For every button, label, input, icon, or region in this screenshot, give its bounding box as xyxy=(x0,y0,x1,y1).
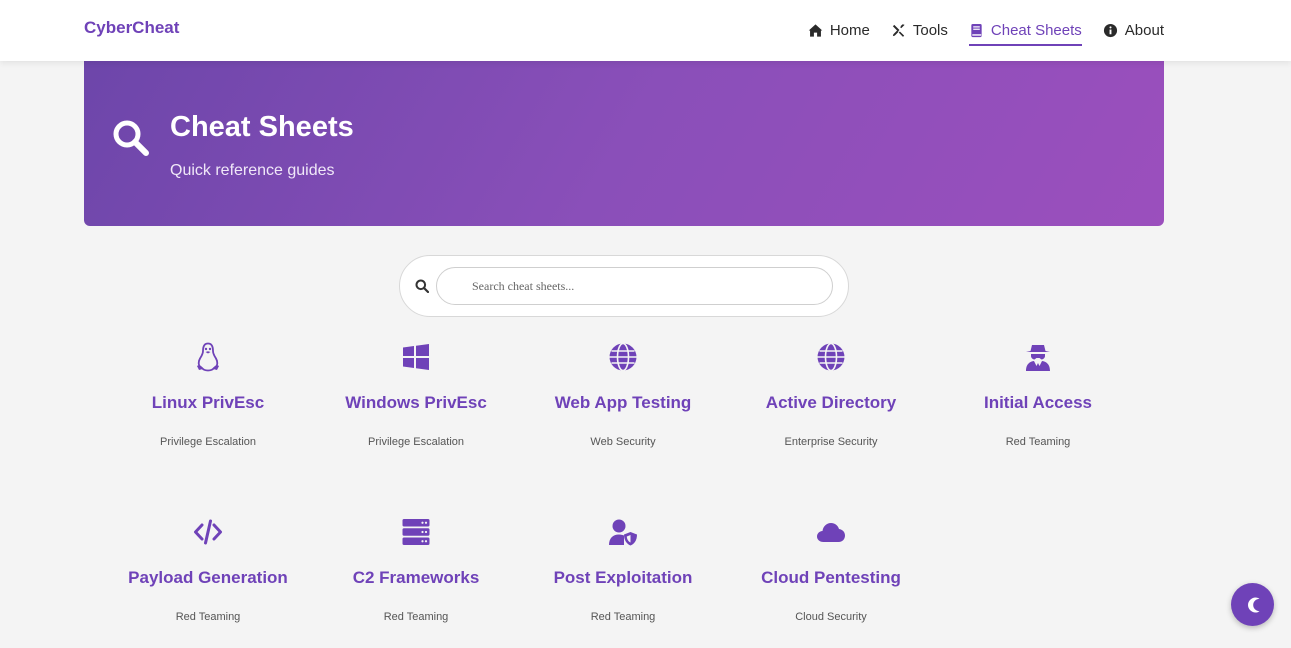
card-linux-privesc[interactable]: Linux PrivEsc Privilege Escalation xyxy=(108,342,308,448)
page-title: Cheat Sheets xyxy=(170,111,354,143)
card-c2-frameworks[interactable]: C2 Frameworks Red Teaming xyxy=(316,517,516,623)
spy-icon xyxy=(1026,345,1050,371)
page-subtitle: Quick reference guides xyxy=(170,162,335,179)
tools-icon xyxy=(892,24,905,37)
card-category: Enterprise Security xyxy=(784,436,878,448)
search-icon xyxy=(113,120,149,156)
nav-about[interactable]: About xyxy=(1103,0,1164,61)
card-active-directory[interactable]: Active Directory Enterprise Security xyxy=(731,342,931,448)
card-category: Web Security xyxy=(590,436,656,448)
card-category: Red Teaming xyxy=(175,611,241,623)
nav-about-label: About xyxy=(1124,22,1164,39)
card-category: Red Teaming xyxy=(1005,436,1071,448)
nav-cheat-sheets-label: Cheat Sheets xyxy=(990,22,1082,39)
card-payload-generation[interactable]: Payload Generation Red Teaming xyxy=(108,517,308,623)
hero-banner: Cheat Sheets Quick reference guides xyxy=(84,61,1164,226)
user-shield-icon xyxy=(609,519,637,546)
info-icon xyxy=(1103,23,1117,38)
nav-tools[interactable]: Tools xyxy=(891,0,948,61)
navbar: CyberCheat Home Tools Cheat Sheets About xyxy=(0,0,1291,61)
card-title: Payload Generation xyxy=(128,568,288,587)
nav-tools-label: Tools xyxy=(912,22,948,39)
server-icon xyxy=(402,519,430,545)
theme-toggle-button[interactable] xyxy=(1231,583,1274,626)
card-category: Cloud Security xyxy=(795,611,867,623)
card-windows-privesc[interactable]: Windows PrivEsc Privilege Escalation xyxy=(316,342,516,448)
main-nav: Home Tools Cheat Sheets About xyxy=(787,0,1164,61)
card-category: Privilege Escalation xyxy=(160,436,256,448)
card-cloud-pentesting[interactable]: Cloud Pentesting Cloud Security xyxy=(731,517,931,623)
card-post-exploitation[interactable]: Post Exploitation Red Teaming xyxy=(523,517,723,623)
search-input[interactable] xyxy=(436,267,833,305)
brand-logo[interactable]: CyberCheat xyxy=(84,18,179,38)
card-web-app-testing[interactable]: Web App Testing Web Security xyxy=(523,342,723,448)
card-title: Initial Access xyxy=(983,393,1093,412)
card-title: Web App Testing xyxy=(554,393,692,412)
card-title: Active Directory xyxy=(765,393,897,412)
nav-home[interactable]: Home xyxy=(808,0,870,61)
card-category: Red Teaming xyxy=(590,611,656,623)
book-icon xyxy=(971,23,982,38)
nav-cheat-sheets[interactable]: Cheat Sheets xyxy=(968,0,1082,61)
card-category: Privilege Escalation xyxy=(368,436,464,448)
cloud-icon xyxy=(817,523,845,542)
card-title: Post Exploitation xyxy=(553,568,693,587)
card-title: Linux PrivEsc xyxy=(151,393,265,412)
linux-icon xyxy=(197,342,219,372)
nav-home-label: Home xyxy=(829,22,870,39)
windows-icon xyxy=(403,344,429,370)
home-icon xyxy=(808,24,823,37)
card-initial-access[interactable]: Initial Access Red Teaming xyxy=(938,342,1138,448)
moon-icon xyxy=(1247,597,1259,612)
card-title: Cloud Pentesting xyxy=(761,568,901,587)
globe-icon xyxy=(609,342,637,372)
search-bar xyxy=(399,255,849,317)
card-category: Red Teaming xyxy=(383,611,449,623)
card-title: C2 Frameworks xyxy=(352,568,480,587)
code-icon xyxy=(194,519,222,545)
globe-icon xyxy=(817,342,845,372)
card-title: Windows PrivEsc xyxy=(345,393,487,412)
search-icon xyxy=(415,279,429,293)
